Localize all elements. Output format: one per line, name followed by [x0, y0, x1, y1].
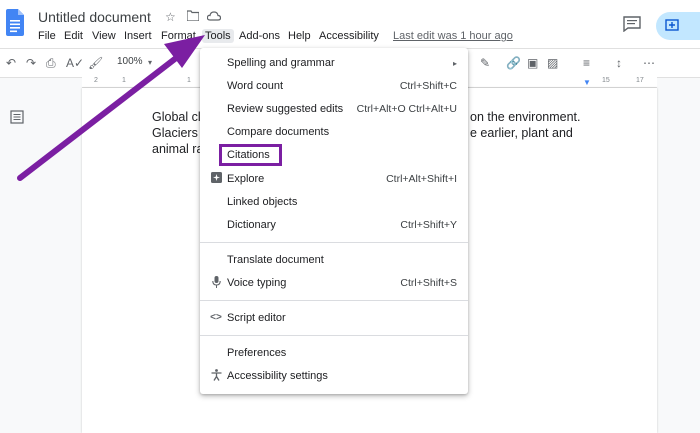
cloud-status-icon[interactable] — [206, 10, 222, 24]
menu-item-shortcut: Ctrl+Alt+O Ctrl+Alt+U — [356, 103, 457, 115]
present-icon — [665, 19, 679, 31]
menu-separator — [200, 335, 468, 336]
menu-accessibility[interactable]: Accessibility — [319, 30, 379, 42]
app-header: Untitled document ☆ File Edit View Inser… — [0, 0, 700, 48]
menu-insert[interactable]: Insert — [124, 30, 152, 42]
document-outline-icon[interactable] — [10, 110, 24, 124]
menu-item-shortcut: Ctrl+Shift+S — [400, 277, 457, 289]
ruler-number: 2 — [94, 77, 98, 84]
line-spacing-icon[interactable]: ↕ — [616, 56, 622, 70]
menu-edit[interactable]: Edit — [64, 30, 83, 42]
zoom-dropdown-icon[interactable]: ▾ — [148, 58, 152, 67]
redo-icon[interactable]: ↷ — [26, 56, 36, 70]
align-icon[interactable]: ≡ — [583, 56, 590, 70]
body-text-line2-start: Glaciers — [152, 126, 198, 140]
menu-format[interactable]: Format — [161, 30, 196, 42]
microphone-icon — [209, 276, 223, 290]
menu-item-explore[interactable]: Explore Ctrl+Alt+Shift+I — [200, 170, 468, 190]
paint-format-icon[interactable]: 🖌 — [88, 56, 103, 70]
menu-item-label: Compare documents — [227, 126, 330, 138]
menu-item-dictionary[interactable]: Dictionary Ctrl+Shift+Y — [200, 216, 468, 236]
menu-item-word-count[interactable]: Word count Ctrl+Shift+C — [200, 77, 468, 97]
body-text-line2-end: e earlier, plant and — [470, 126, 573, 140]
menu-item-shortcut: Ctrl+Alt+Shift+I — [386, 173, 457, 185]
menu-item-shortcut: Ctrl+Shift+C — [399, 80, 457, 92]
menu-item-label: Script editor — [227, 312, 286, 324]
spellcheck-icon[interactable]: A✓ — [66, 56, 84, 70]
menu-item-spelling-grammar[interactable]: Spelling and grammar ▸ — [200, 54, 468, 74]
citations-highlight-box — [219, 144, 282, 166]
share-button[interactable] — [656, 12, 700, 40]
menu-tools[interactable]: Tools — [202, 29, 234, 43]
comments-icon[interactable] — [623, 16, 641, 32]
insert-image-icon[interactable]: ▨ — [547, 56, 558, 70]
body-text-line1-start: Global cl — [152, 110, 201, 124]
menu-separator — [200, 242, 468, 243]
explore-icon — [209, 172, 223, 186]
menu-item-label: Spelling and grammar — [227, 57, 335, 69]
last-edit-link[interactable]: Last edit was 1 hour ago — [393, 30, 513, 42]
ruler-number: 17 — [636, 77, 644, 84]
ruler-number: 15 — [602, 77, 610, 84]
menu-item-accessibility-settings[interactable]: Accessibility settings — [200, 367, 468, 387]
menu-separator — [200, 300, 468, 301]
ruler-number: 1 — [187, 77, 191, 84]
accessibility-icon — [209, 369, 223, 383]
menu-item-compare-documents[interactable]: Compare documents — [200, 123, 468, 143]
menu-item-linked-objects[interactable]: Linked objects — [200, 193, 468, 213]
menu-item-label: Review suggested edits — [227, 103, 344, 115]
menu-item-label: Accessibility settings — [227, 370, 328, 382]
ruler-number: 1 — [122, 77, 126, 84]
body-text-line3-start: animal ra — [152, 142, 204, 156]
menu-item-label: Voice typing — [227, 277, 287, 289]
docs-logo-icon[interactable] — [6, 9, 24, 36]
menu-help[interactable]: Help — [288, 30, 311, 42]
add-comment-icon[interactable]: ▣ — [527, 56, 538, 70]
menu-item-review-suggested-edits[interactable]: Review suggested edits Ctrl+Alt+O Ctrl+A… — [200, 100, 468, 120]
menu-view[interactable]: View — [92, 30, 116, 42]
menu-file[interactable]: File — [38, 30, 56, 42]
menu-item-label: Preferences — [227, 347, 287, 359]
move-folder-icon[interactable] — [186, 10, 200, 24]
menu-addons[interactable]: Add-ons — [239, 30, 280, 42]
menu-item-voice-typing[interactable]: Voice typing Ctrl+Shift+S — [200, 274, 468, 294]
body-text-line1-end: on the environment. — [470, 110, 581, 124]
highlight-pen-icon[interactable]: ✎ — [480, 56, 490, 70]
menu-item-label: Translate document — [227, 254, 324, 266]
menu-item-label: Explore — [227, 173, 265, 185]
link-icon[interactable]: 🔗 — [506, 56, 521, 70]
star-icon[interactable]: ☆ — [165, 10, 176, 24]
menu-item-label: Dictionary — [227, 219, 276, 231]
more-options-icon[interactable]: ⋯ — [643, 56, 655, 70]
submenu-arrow-icon: ▸ — [452, 59, 457, 68]
right-indent-marker[interactable]: ▼ — [583, 78, 591, 87]
code-icon: <> — [210, 312, 222, 323]
menu-item-translate-document[interactable]: Translate document — [200, 251, 468, 271]
menu-item-label: Linked objects — [227, 196, 298, 208]
tools-dropdown-menu: Spelling and grammar ▸ Word count Ctrl+S… — [200, 48, 468, 394]
zoom-select[interactable]: 100% — [117, 56, 143, 67]
undo-icon[interactable]: ↶ — [6, 56, 16, 70]
menu-item-shortcut: Ctrl+Shift+Y — [400, 219, 457, 231]
menu-item-script-editor[interactable]: <> Script editor — [200, 309, 468, 329]
menu-item-preferences[interactable]: Preferences — [200, 344, 468, 364]
print-icon[interactable]: ⎙ — [46, 56, 56, 71]
menu-item-label: Word count — [227, 80, 284, 92]
document-title[interactable]: Untitled document — [38, 9, 151, 25]
